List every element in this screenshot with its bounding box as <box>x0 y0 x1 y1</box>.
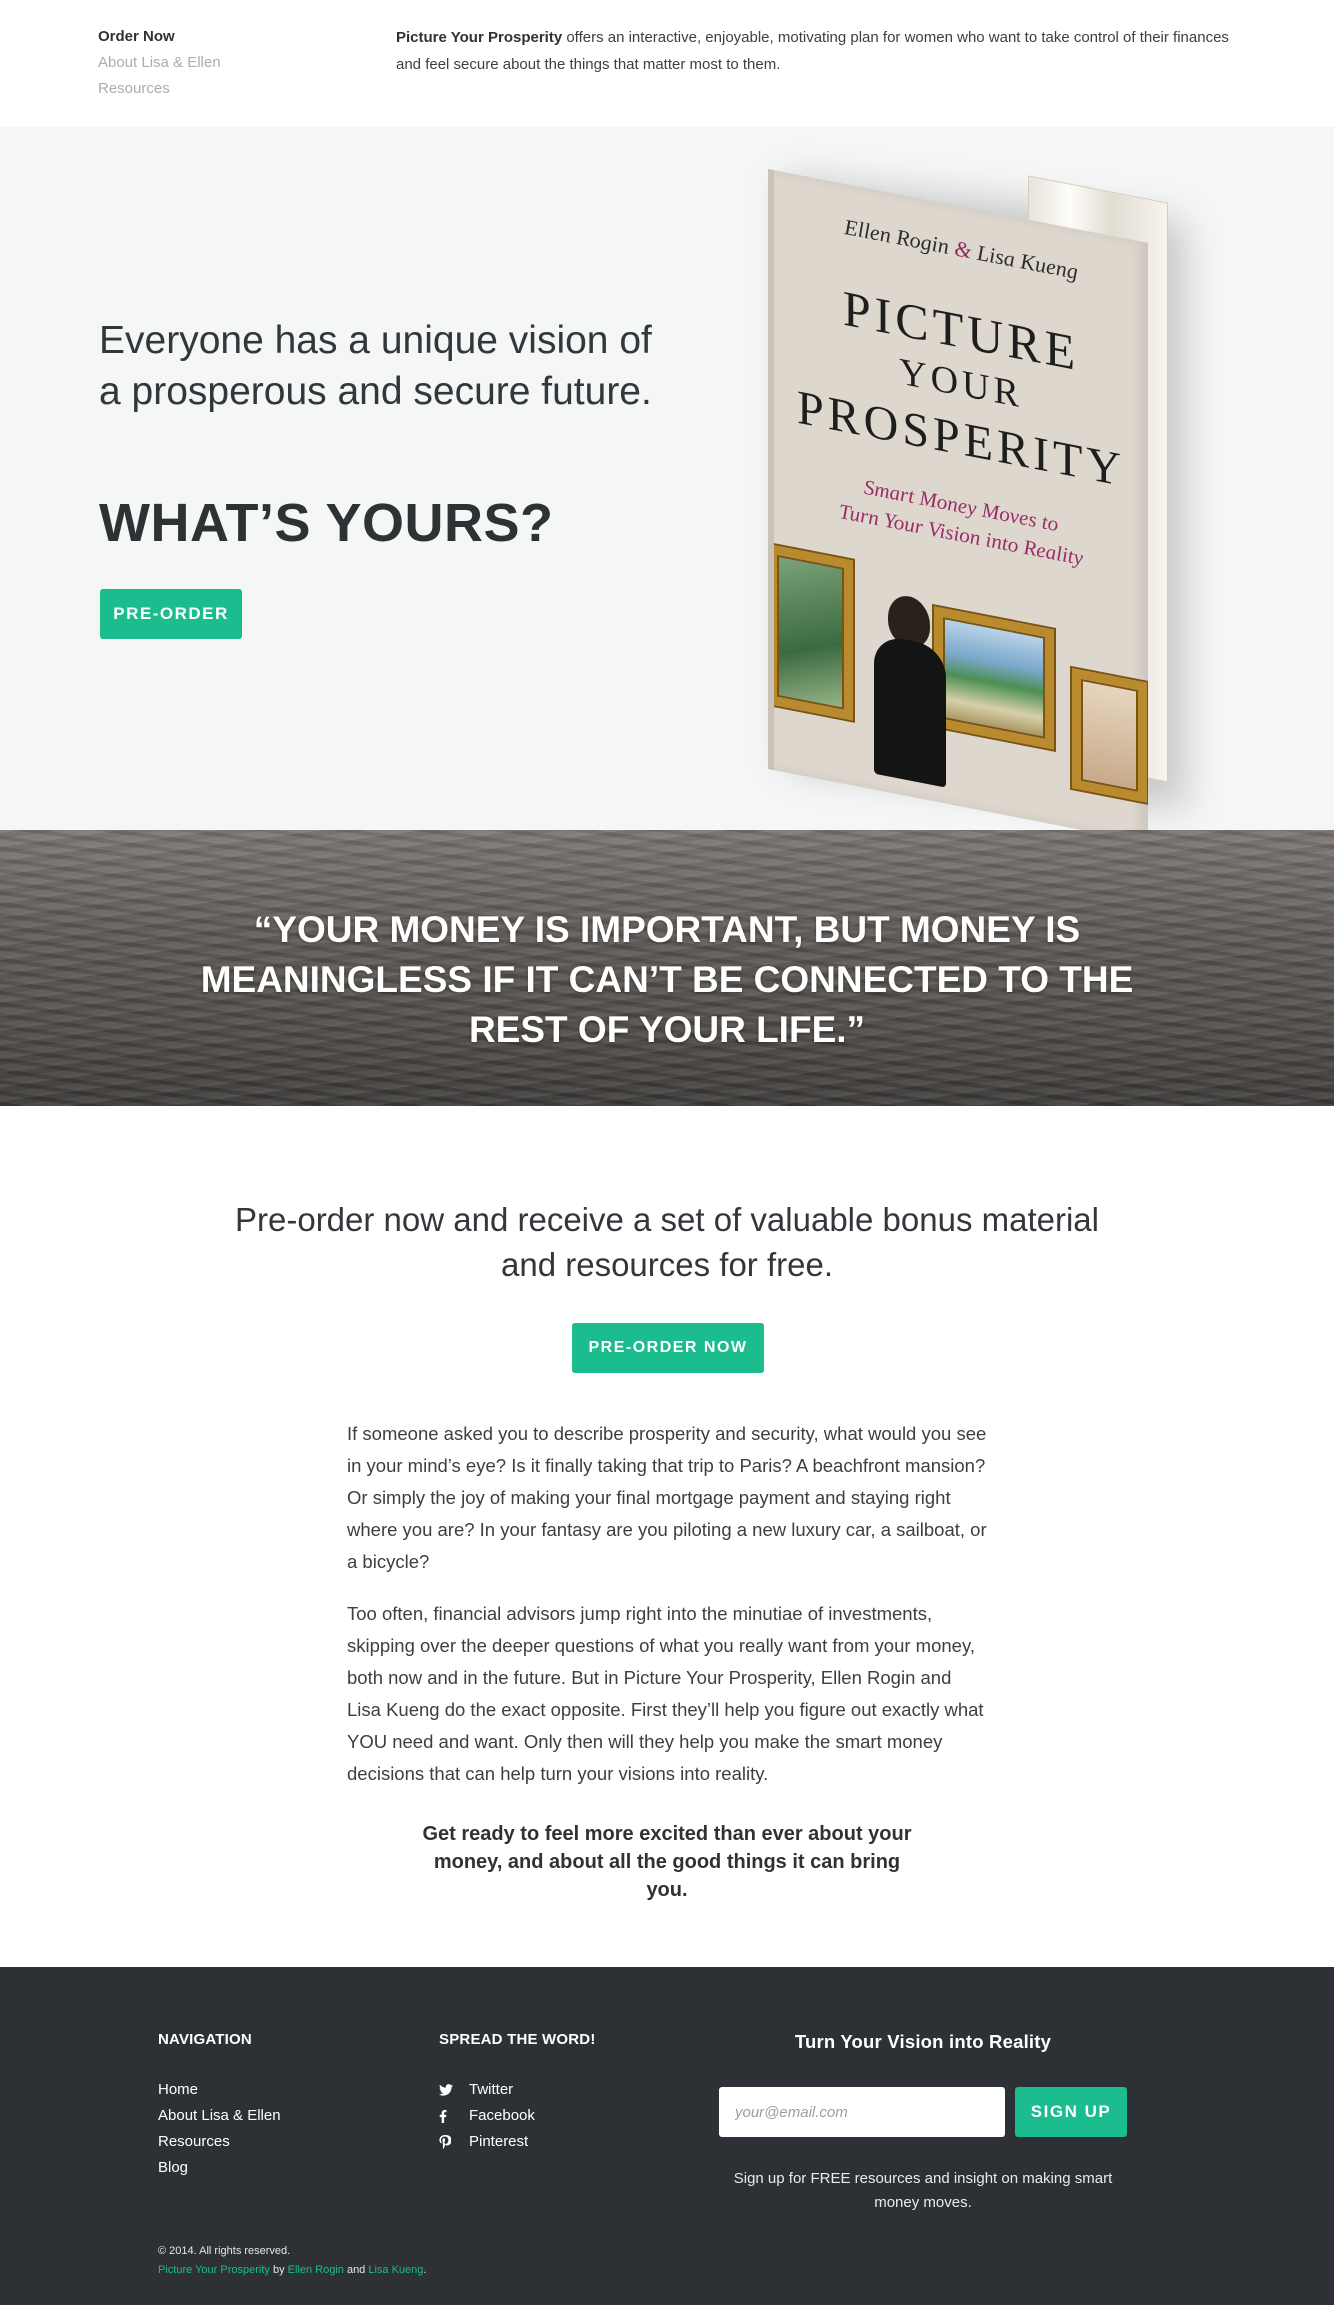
copyright: © 2014. All rights reserved. Picture You… <box>158 2242 426 2280</box>
credit-line: Picture Your Prosperity by Ellen Rogin a… <box>158 2264 427 2276</box>
spread-word-heading: SPREAD THE WORD! <box>439 2031 596 2048</box>
quote-text: “YOUR MONEY IS IMPORTANT, BUT MONEY IS M… <box>200 909 1134 1050</box>
twitter-icon <box>439 2084 469 2096</box>
sign-up-button[interactable]: SIGN UP <box>1015 2087 1127 2137</box>
footer-nav-about[interactable]: About Lisa & Ellen <box>158 2103 281 2129</box>
footer: NAVIGATION Home About Lisa & Ellen Resou… <box>0 1967 1334 2305</box>
body-paragraph-2: Too often, financial advisors jump right… <box>347 1603 984 1784</box>
footer-nav-heading: NAVIGATION <box>158 2031 252 2048</box>
hero-section: Everyone has a unique vision of a prospe… <box>0 127 1334 843</box>
book-cover-image: Ellen Rogin & Lisa Kueng PICTURE YOUR PR… <box>768 169 1186 843</box>
twitter-link[interactable]: Twitter <box>439 2077 535 2103</box>
facebook-label: Facebook <box>469 2107 535 2124</box>
cover-woman-figure <box>870 589 950 788</box>
email-input[interactable] <box>719 2087 1005 2137</box>
quote-banner: “YOUR MONEY IS IMPORTANT, BUT MONEY IS M… <box>0 830 1334 1106</box>
footer-nav-blog[interactable]: Blog <box>158 2155 281 2181</box>
signup-heading: Turn Your Vision into Reality <box>794 2031 1052 2052</box>
footer-nav-resources[interactable]: Resources <box>158 2129 281 2155</box>
preorder-heading: Pre-order now and receive a set of valua… <box>235 1201 1099 1283</box>
pinterest-label: Pinterest <box>469 2133 529 2150</box>
cover-frame-yoga <box>1072 668 1147 803</box>
nav-resources[interactable]: Resources <box>98 76 221 102</box>
intro-book-title: Picture Your Prosperity <box>396 29 563 46</box>
hero-headline: WHAT’S YOURS? <box>99 493 554 553</box>
top-header: Order Now About Lisa & Ellen Resources P… <box>0 0 1334 127</box>
pre-order-button[interactable]: PRE-ORDER <box>100 589 242 639</box>
facebook-link[interactable]: Facebook <box>439 2103 535 2129</box>
intro-text: Picture Your Prosperity offers an intera… <box>396 24 1236 78</box>
book-cover: Ellen Rogin & Lisa Kueng PICTURE YOUR PR… <box>768 169 1148 843</box>
pinterest-icon <box>439 2135 469 2149</box>
body-copy: If someone asked you to describe prosper… <box>347 1418 987 1810</box>
closing-statement: Get ready to feel more excited than ever… <box>422 1823 912 1901</box>
body-paragraph-1: If someone asked you to describe prosper… <box>347 1423 987 1572</box>
cover-frame-beach <box>934 606 1054 750</box>
footer-nav-home[interactable]: Home <box>158 2077 281 2103</box>
social-links: Twitter Facebook Pinterest <box>439 2077 535 2155</box>
twitter-label: Twitter <box>469 2081 514 2098</box>
top-nav: Order Now About Lisa & Ellen Resources <box>98 24 221 102</box>
credit-ellen-link[interactable]: Ellen Rogin <box>288 2264 344 2276</box>
nav-order-now[interactable]: Order Now <box>98 24 221 50</box>
copyright-line: © 2014. All rights reserved. <box>158 2245 291 2257</box>
nav-about[interactable]: About Lisa & Ellen <box>98 50 221 76</box>
footer-nav: Home About Lisa & Ellen Resources Blog <box>158 2077 281 2181</box>
facebook-icon <box>439 2109 469 2123</box>
signup-note: Sign up for FREE resources and insight o… <box>733 2170 1113 2211</box>
credit-site-link[interactable]: Picture Your Prosperity <box>158 2264 270 2276</box>
pinterest-link[interactable]: Pinterest <box>439 2129 535 2155</box>
cover-frame-tree <box>768 544 853 721</box>
hero-tagline: Everyone has a unique vision of a prospe… <box>99 319 652 413</box>
pre-order-now-button[interactable]: PRE-ORDER NOW <box>572 1323 764 1373</box>
credit-lisa-link[interactable]: Lisa Kueng <box>368 2264 423 2276</box>
